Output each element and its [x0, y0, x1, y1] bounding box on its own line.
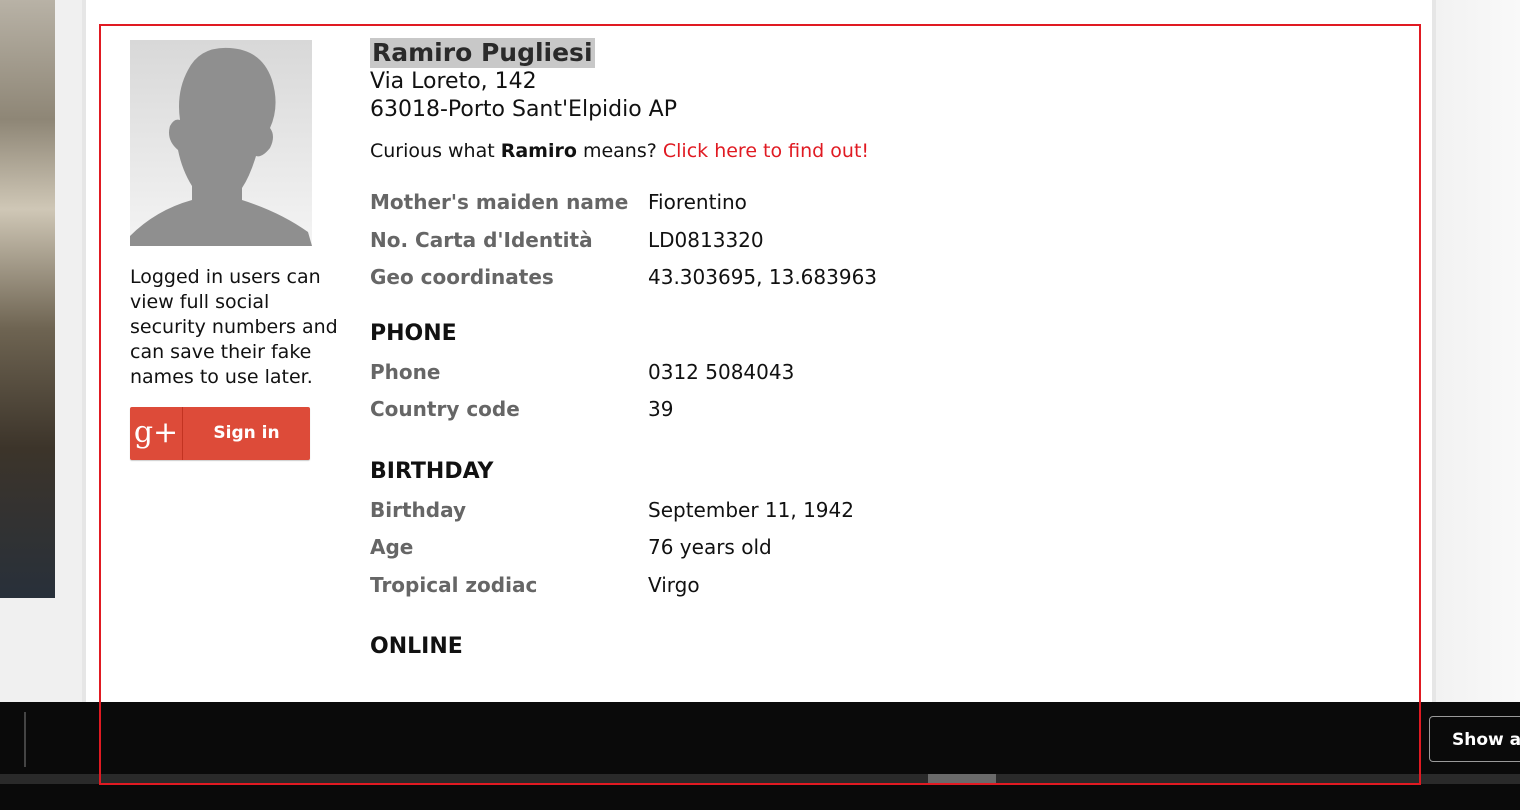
curious-first-name: Ramiro	[500, 140, 577, 162]
geo-coordinates-link[interactable]: 43.303695, 13.683963	[648, 259, 877, 297]
name-meaning-link[interactable]: Click here to find out!	[663, 140, 869, 162]
name-meaning-prompt: Curious what Ramiro means? Click here to…	[370, 138, 1370, 164]
age-row: Age 76 years old	[370, 529, 1370, 567]
right-gutter	[1436, 0, 1520, 702]
signin-label: Sign in	[213, 423, 280, 443]
curious-prefix: Curious what	[370, 140, 495, 162]
detail-value: 76 years old	[648, 535, 772, 559]
scrollbar-thumb[interactable]	[928, 774, 996, 784]
google-plus-icon: g+	[130, 407, 183, 460]
detail-value: Virgo	[648, 572, 700, 597]
detail-row-id-card: No. Carta d'Identità LD0813320	[370, 222, 1370, 260]
country-code-row: Country code 39	[370, 391, 1370, 429]
detail-value: 39	[648, 397, 674, 421]
detail-label: Age	[370, 535, 414, 559]
download-bar: Show all	[0, 702, 1520, 810]
divider	[24, 712, 26, 767]
detail-value: September 11, 1942	[648, 497, 854, 522]
avatar	[130, 40, 312, 246]
identity-info: Ramiro Pugliesi Via Loreto, 142 63018-Po…	[370, 38, 1370, 659]
detail-row-maiden-name: Mother's maiden name Fiorentino	[370, 184, 1370, 222]
detail-label: Birthday	[370, 497, 466, 522]
address-line-2: 63018-Porto Sant'Elpidio AP	[370, 97, 677, 122]
address-line-1: Via Loreto, 142	[370, 69, 537, 94]
detail-value: 0312 5084043	[648, 359, 795, 384]
detail-value: Fiorentino	[648, 190, 747, 214]
phone-list: Phone 0312 5084043 Country code 39	[370, 354, 1370, 429]
detail-label: Tropical zodiac	[370, 572, 538, 597]
section-title-birthday: BIRTHDAY	[370, 458, 494, 484]
details-list: Mother's maiden name Fiorentino No. Cart…	[370, 184, 1370, 297]
silhouette-icon	[130, 47, 312, 246]
section-title-online: ONLINE	[370, 634, 463, 659]
horizontal-scrollbar[interactable]	[0, 774, 1520, 784]
detail-label: Mother's maiden name	[370, 190, 629, 214]
google-plus-signin-button[interactable]: g+ Sign in	[130, 407, 310, 460]
login-note: Logged in users can view full social sec…	[130, 266, 338, 388]
section-title-phone: PHONE	[370, 320, 457, 346]
person-name: Ramiro Pugliesi	[370, 38, 595, 68]
background-photo	[0, 0, 55, 598]
detail-label: No. Carta d'Identità	[370, 227, 593, 252]
zodiac-row: Tropical zodiac Virgo	[370, 567, 1370, 605]
birthday-row: Birthday September 11, 1942	[370, 492, 1370, 530]
detail-label: Phone	[370, 359, 441, 384]
detail-label: Geo coordinates	[370, 265, 554, 289]
show-all-button[interactable]: Show all	[1429, 716, 1520, 762]
detail-row-geo: Geo coordinates 43.303695, 13.683963	[370, 259, 1370, 297]
phone-row: Phone 0312 5084043	[370, 354, 1370, 392]
detail-value: LD0813320	[648, 227, 764, 252]
curious-suffix: means?	[582, 140, 657, 162]
birthday-list: Birthday September 11, 1942 Age 76 years…	[370, 492, 1370, 605]
detail-label: Country code	[370, 397, 520, 421]
